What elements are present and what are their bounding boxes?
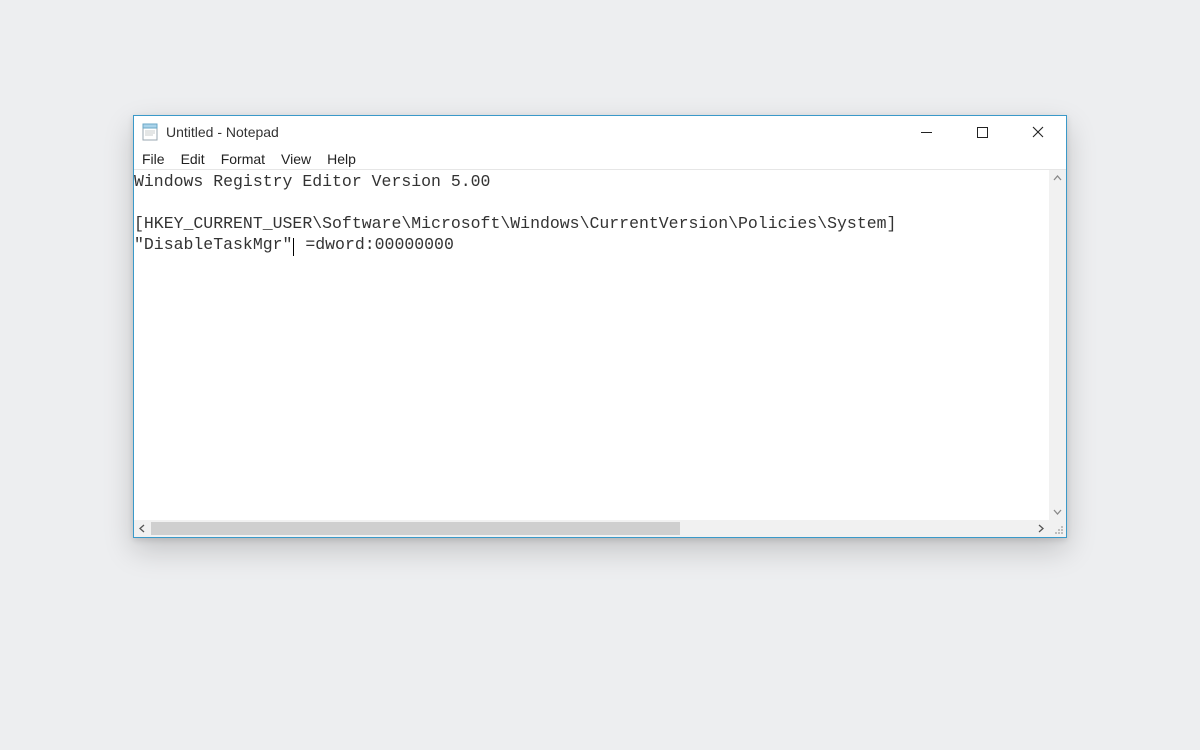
- window-controls: [898, 116, 1066, 148]
- notepad-icon: [142, 123, 160, 141]
- title-bar-left: Untitled - Notepad: [142, 123, 279, 141]
- menu-edit[interactable]: Edit: [181, 148, 205, 170]
- editor-line: [HKEY_CURRENT_USER\Software\Microsoft\Wi…: [134, 214, 896, 233]
- chevron-down-icon[interactable]: [1049, 503, 1066, 520]
- notepad-window: Untitled - Notepad File Edit Format View…: [133, 115, 1067, 538]
- vertical-scrollbar[interactable]: [1049, 170, 1066, 520]
- editor-line-part: "DisableTaskMgr": [134, 235, 292, 254]
- horizontal-scroll-thumb[interactable]: [151, 522, 680, 535]
- menu-format[interactable]: Format: [221, 148, 265, 170]
- chevron-left-icon[interactable]: [134, 520, 151, 537]
- maximize-button[interactable]: [954, 116, 1010, 148]
- menu-bar: File Edit Format View Help: [134, 148, 1066, 170]
- chevron-right-icon[interactable]: [1032, 520, 1049, 537]
- title-bar[interactable]: Untitled - Notepad: [134, 116, 1066, 148]
- horizontal-scroll-track[interactable]: [151, 520, 1032, 537]
- resize-grip-icon[interactable]: [1049, 520, 1066, 537]
- editor-line-part: =dword:00000000: [295, 235, 453, 254]
- text-editor[interactable]: Windows Registry Editor Version 5.00 [HK…: [134, 170, 1049, 520]
- text-caret: [293, 238, 294, 256]
- editor-line: Windows Registry Editor Version 5.00: [134, 172, 490, 191]
- menu-view[interactable]: View: [281, 148, 311, 170]
- content-area: Windows Registry Editor Version 5.00 [HK…: [134, 170, 1066, 520]
- menu-help[interactable]: Help: [327, 148, 356, 170]
- close-button[interactable]: [1010, 116, 1066, 148]
- minimize-button[interactable]: [898, 116, 954, 148]
- window-title: Untitled - Notepad: [166, 124, 279, 140]
- horizontal-scrollbar[interactable]: [134, 520, 1049, 537]
- menu-file[interactable]: File: [142, 148, 165, 170]
- bottom-bar: [134, 520, 1066, 537]
- chevron-up-icon[interactable]: [1049, 170, 1066, 187]
